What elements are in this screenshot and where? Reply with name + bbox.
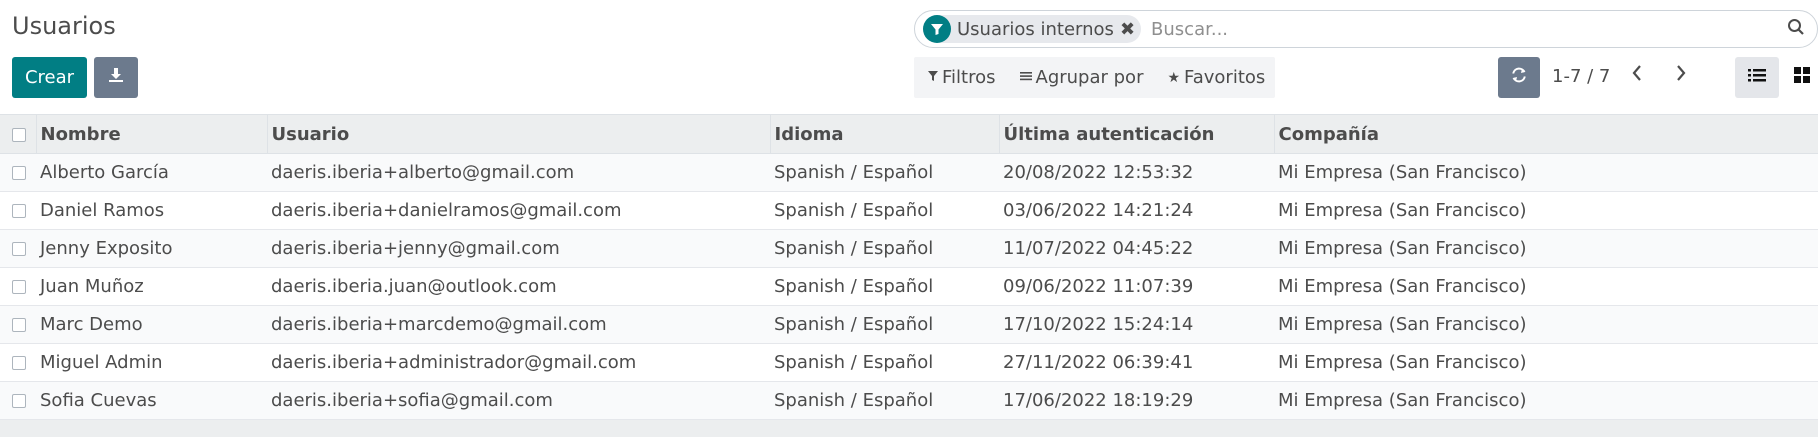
control-panel: Usuarios Usuarios internos ✖ Crear Filtr… (0, 0, 1818, 114)
cell-compania: Mi Empresa (San Francisco) (1274, 153, 1818, 192)
cell-compania: Mi Empresa (San Francisco) (1274, 305, 1818, 344)
create-button[interactable]: Crear (12, 57, 87, 98)
table-row[interactable]: Sofia Cuevas daeris.iberia+sofia@gmail.c… (0, 381, 1818, 420)
cell-ultima: 09/06/2022 11:07:39 (999, 267, 1274, 306)
row-select-cell (0, 343, 36, 382)
users-table: Nombre Usuario Idioma Última autenticaci… (0, 114, 1818, 420)
kanban-view-button[interactable] (1780, 57, 1818, 98)
row-checkbox[interactable] (12, 280, 26, 294)
cell-usuario: daeris.iberia+danielramos@gmail.com (267, 191, 770, 230)
page-title: Usuarios (12, 12, 116, 40)
list-lines-icon (1019, 70, 1032, 86)
search-icon[interactable] (1787, 17, 1805, 41)
table-footer (0, 420, 1818, 437)
cell-usuario: daeris.iberia+sofia@gmail.com (267, 381, 770, 420)
cell-usuario: daeris.iberia+jenny@gmail.com (267, 229, 770, 268)
table-row[interactable]: Jenny Exposito daeris.iberia+jenny@gmail… (0, 229, 1818, 268)
cell-ultima: 11/07/2022 04:45:22 (999, 229, 1274, 268)
pager-value[interactable]: 1-7 / 7 (1552, 66, 1610, 87)
cell-nombre: Marc Demo (36, 305, 267, 344)
download-icon (108, 67, 124, 88)
cell-ultima: 20/08/2022 12:53:32 (999, 153, 1274, 192)
favorites-label: Favoritos (1184, 67, 1266, 88)
table-row[interactable]: Miguel Admin daeris.iberia+administrador… (0, 343, 1818, 382)
favorites-dropdown[interactable]: ★ Favoritos (1167, 67, 1265, 88)
row-select-cell (0, 153, 36, 192)
cell-idioma: Spanish / Español (770, 381, 999, 420)
refresh-button[interactable] (1498, 57, 1540, 98)
row-checkbox[interactable] (12, 356, 26, 370)
cell-idioma: Spanish / Español (770, 153, 999, 192)
cell-idioma: Spanish / Español (770, 191, 999, 230)
row-checkbox[interactable] (12, 394, 26, 408)
kanban-view-icon (1794, 67, 1810, 88)
cell-nombre: Juan Muñoz (36, 267, 267, 306)
cell-ultima: 17/06/2022 18:19:29 (999, 381, 1274, 420)
column-header-idioma[interactable]: Idioma (770, 114, 1000, 154)
cell-usuario: daeris.iberia+alberto@gmail.com (267, 153, 770, 192)
cell-nombre: Daniel Ramos (36, 191, 267, 230)
table-row[interactable]: Marc Demo daeris.iberia+marcdemo@gmail.c… (0, 305, 1818, 344)
close-icon[interactable]: ✖ (1120, 19, 1135, 40)
cell-nombre: Sofia Cuevas (36, 381, 267, 420)
column-header-usuario[interactable]: Usuario (267, 114, 771, 154)
cell-usuario: daeris.iberia+marcdemo@gmail.com (267, 305, 770, 344)
search-bar[interactable]: Usuarios internos ✖ (914, 10, 1818, 48)
group-by-dropdown[interactable]: Agrupar por (1019, 67, 1144, 88)
list-view-button[interactable] (1735, 57, 1779, 98)
cell-idioma: Spanish / Español (770, 343, 999, 382)
cell-nombre: Jenny Exposito (36, 229, 267, 268)
cell-idioma: Spanish / Español (770, 229, 999, 268)
table-header-row: Nombre Usuario Idioma Última autenticaci… (0, 114, 1818, 154)
filters-label: Filtros (942, 67, 996, 88)
cell-ultima: 17/10/2022 15:24:14 (999, 305, 1274, 344)
column-header-ultima[interactable]: Última autenticación (999, 114, 1275, 154)
row-select-cell (0, 229, 36, 268)
row-checkbox[interactable] (12, 318, 26, 332)
refresh-icon (1510, 66, 1528, 90)
download-button[interactable] (94, 57, 138, 98)
filters-dropdown[interactable]: Filtros (928, 67, 996, 88)
select-all-cell (0, 114, 37, 154)
list-view-icon (1748, 67, 1766, 88)
row-select-cell (0, 267, 36, 306)
row-select-cell (0, 191, 36, 230)
cell-ultima: 03/06/2022 14:21:24 (999, 191, 1274, 230)
cell-idioma: Spanish / Español (770, 267, 999, 306)
filter-icon (923, 15, 951, 43)
cell-compania: Mi Empresa (San Francisco) (1274, 229, 1818, 268)
search-facet[interactable]: Usuarios internos ✖ (923, 15, 1142, 43)
cell-usuario: daeris.iberia.juan@outlook.com (267, 267, 770, 306)
column-header-nombre[interactable]: Nombre (36, 114, 268, 154)
cell-ultima: 27/11/2022 06:39:41 (999, 343, 1274, 382)
row-checkbox[interactable] (12, 166, 26, 180)
column-header-compania[interactable]: Compañía (1274, 114, 1818, 154)
table-row[interactable]: Alberto García daeris.iberia+alberto@gma… (0, 153, 1818, 192)
search-options: Filtros Agrupar por ★ Favoritos (914, 57, 1276, 98)
row-select-cell (0, 381, 36, 420)
select-all-checkbox[interactable] (12, 127, 26, 142)
row-checkbox[interactable] (12, 242, 26, 256)
cell-compania: Mi Empresa (San Francisco) (1274, 381, 1818, 420)
cell-idioma: Spanish / Español (770, 305, 999, 344)
chevron-left-icon[interactable] (1630, 62, 1644, 90)
cell-nombre: Alberto García (36, 153, 267, 192)
cell-nombre: Miguel Admin (36, 343, 267, 382)
row-select-cell (0, 305, 36, 344)
cell-usuario: daeris.iberia+administrador@gmail.com (267, 343, 770, 382)
chevron-right-icon[interactable] (1674, 62, 1688, 90)
table-row[interactable]: Daniel Ramos daeris.iberia+danielramos@g… (0, 191, 1818, 230)
cell-compania: Mi Empresa (San Francisco) (1274, 267, 1818, 306)
cell-compania: Mi Empresa (San Francisco) (1274, 191, 1818, 230)
row-checkbox[interactable] (12, 204, 26, 218)
cell-compania: Mi Empresa (San Francisco) (1274, 343, 1818, 382)
search-facet-label: Usuarios internos (957, 18, 1114, 40)
search-input[interactable] (1149, 17, 1817, 41)
group-by-label: Agrupar por (1035, 67, 1144, 88)
table-row[interactable]: Juan Muñoz daeris.iberia.juan@outlook.co… (0, 267, 1818, 306)
star-icon: ★ (1167, 69, 1181, 86)
funnel-icon (928, 70, 938, 86)
